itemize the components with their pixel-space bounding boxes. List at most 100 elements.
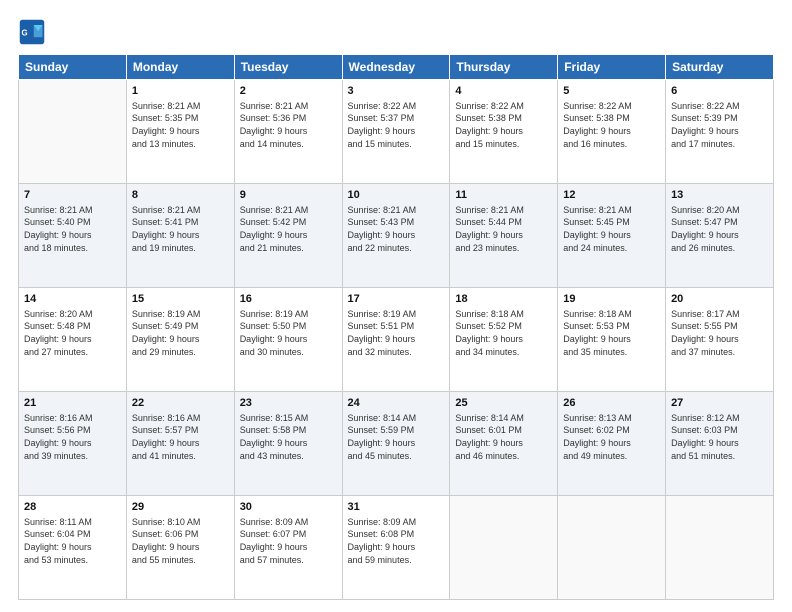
- day-number: 17: [348, 292, 445, 307]
- day-number: 12: [563, 188, 660, 203]
- svg-text:G: G: [22, 29, 28, 38]
- calendar-cell: 29Sunrise: 8:10 AM Sunset: 6:06 PM Dayli…: [126, 496, 234, 600]
- calendar-cell: 28Sunrise: 8:11 AM Sunset: 6:04 PM Dayli…: [19, 496, 127, 600]
- day-info: Sunrise: 8:14 AM Sunset: 6:01 PM Dayligh…: [455, 412, 552, 462]
- calendar-cell: 15Sunrise: 8:19 AM Sunset: 5:49 PM Dayli…: [126, 288, 234, 392]
- day-number: 7: [24, 188, 121, 203]
- day-number: 9: [240, 188, 337, 203]
- day-info: Sunrise: 8:18 AM Sunset: 5:52 PM Dayligh…: [455, 308, 552, 358]
- weekday-sunday: Sunday: [19, 55, 127, 80]
- calendar-cell: 3Sunrise: 8:22 AM Sunset: 5:37 PM Daylig…: [342, 80, 450, 184]
- calendar-cell: 5Sunrise: 8:22 AM Sunset: 5:38 PM Daylig…: [558, 80, 666, 184]
- day-number: 19: [563, 292, 660, 307]
- calendar-cell: [558, 496, 666, 600]
- day-info: Sunrise: 8:19 AM Sunset: 5:51 PM Dayligh…: [348, 308, 445, 358]
- day-number: 2: [240, 84, 337, 99]
- calendar-cell: 16Sunrise: 8:19 AM Sunset: 5:50 PM Dayli…: [234, 288, 342, 392]
- day-number: 24: [348, 396, 445, 411]
- calendar-cell: 31Sunrise: 8:09 AM Sunset: 6:08 PM Dayli…: [342, 496, 450, 600]
- day-number: 31: [348, 500, 445, 515]
- calendar-cell: 18Sunrise: 8:18 AM Sunset: 5:52 PM Dayli…: [450, 288, 558, 392]
- day-number: 23: [240, 396, 337, 411]
- day-info: Sunrise: 8:18 AM Sunset: 5:53 PM Dayligh…: [563, 308, 660, 358]
- calendar-cell: 19Sunrise: 8:18 AM Sunset: 5:53 PM Dayli…: [558, 288, 666, 392]
- day-info: Sunrise: 8:13 AM Sunset: 6:02 PM Dayligh…: [563, 412, 660, 462]
- day-info: Sunrise: 8:21 AM Sunset: 5:40 PM Dayligh…: [24, 204, 121, 254]
- calendar-cell: 9Sunrise: 8:21 AM Sunset: 5:42 PM Daylig…: [234, 184, 342, 288]
- calendar-cell: 23Sunrise: 8:15 AM Sunset: 5:58 PM Dayli…: [234, 392, 342, 496]
- calendar-cell: 30Sunrise: 8:09 AM Sunset: 6:07 PM Dayli…: [234, 496, 342, 600]
- day-info: Sunrise: 8:19 AM Sunset: 5:50 PM Dayligh…: [240, 308, 337, 358]
- day-number: 1: [132, 84, 229, 99]
- logo: G: [18, 18, 50, 46]
- calendar-cell: 7Sunrise: 8:21 AM Sunset: 5:40 PM Daylig…: [19, 184, 127, 288]
- day-info: Sunrise: 8:20 AM Sunset: 5:47 PM Dayligh…: [671, 204, 768, 254]
- day-info: Sunrise: 8:21 AM Sunset: 5:44 PM Dayligh…: [455, 204, 552, 254]
- weekday-friday: Friday: [558, 55, 666, 80]
- calendar-cell: 6Sunrise: 8:22 AM Sunset: 5:39 PM Daylig…: [666, 80, 774, 184]
- day-info: Sunrise: 8:21 AM Sunset: 5:45 PM Dayligh…: [563, 204, 660, 254]
- day-number: 20: [671, 292, 768, 307]
- day-number: 16: [240, 292, 337, 307]
- day-info: Sunrise: 8:09 AM Sunset: 6:07 PM Dayligh…: [240, 516, 337, 566]
- calendar-cell: 20Sunrise: 8:17 AM Sunset: 5:55 PM Dayli…: [666, 288, 774, 392]
- day-number: 25: [455, 396, 552, 411]
- day-number: 10: [348, 188, 445, 203]
- week-row-5: 28Sunrise: 8:11 AM Sunset: 6:04 PM Dayli…: [19, 496, 774, 600]
- weekday-saturday: Saturday: [666, 55, 774, 80]
- calendar-cell: 24Sunrise: 8:14 AM Sunset: 5:59 PM Dayli…: [342, 392, 450, 496]
- day-number: 13: [671, 188, 768, 203]
- day-info: Sunrise: 8:21 AM Sunset: 5:43 PM Dayligh…: [348, 204, 445, 254]
- calendar-cell: 13Sunrise: 8:20 AM Sunset: 5:47 PM Dayli…: [666, 184, 774, 288]
- day-number: 14: [24, 292, 121, 307]
- calendar-cell: 10Sunrise: 8:21 AM Sunset: 5:43 PM Dayli…: [342, 184, 450, 288]
- day-number: 21: [24, 396, 121, 411]
- day-number: 29: [132, 500, 229, 515]
- calendar-cell: 12Sunrise: 8:21 AM Sunset: 5:45 PM Dayli…: [558, 184, 666, 288]
- day-info: Sunrise: 8:17 AM Sunset: 5:55 PM Dayligh…: [671, 308, 768, 358]
- weekday-header-row: SundayMondayTuesdayWednesdayThursdayFrid…: [19, 55, 774, 80]
- day-number: 30: [240, 500, 337, 515]
- day-info: Sunrise: 8:12 AM Sunset: 6:03 PM Dayligh…: [671, 412, 768, 462]
- day-info: Sunrise: 8:22 AM Sunset: 5:37 PM Dayligh…: [348, 100, 445, 150]
- day-info: Sunrise: 8:11 AM Sunset: 6:04 PM Dayligh…: [24, 516, 121, 566]
- calendar-cell: 22Sunrise: 8:16 AM Sunset: 5:57 PM Dayli…: [126, 392, 234, 496]
- logo-icon: G: [18, 18, 46, 46]
- calendar-cell: 4Sunrise: 8:22 AM Sunset: 5:38 PM Daylig…: [450, 80, 558, 184]
- calendar-cell: 11Sunrise: 8:21 AM Sunset: 5:44 PM Dayli…: [450, 184, 558, 288]
- calendar-cell: 17Sunrise: 8:19 AM Sunset: 5:51 PM Dayli…: [342, 288, 450, 392]
- day-number: 3: [348, 84, 445, 99]
- day-number: 18: [455, 292, 552, 307]
- day-info: Sunrise: 8:09 AM Sunset: 6:08 PM Dayligh…: [348, 516, 445, 566]
- day-info: Sunrise: 8:21 AM Sunset: 5:35 PM Dayligh…: [132, 100, 229, 150]
- day-info: Sunrise: 8:21 AM Sunset: 5:36 PM Dayligh…: [240, 100, 337, 150]
- calendar-table: SundayMondayTuesdayWednesdayThursdayFrid…: [18, 54, 774, 600]
- day-info: Sunrise: 8:21 AM Sunset: 5:41 PM Dayligh…: [132, 204, 229, 254]
- weekday-wednesday: Wednesday: [342, 55, 450, 80]
- calendar-cell: 21Sunrise: 8:16 AM Sunset: 5:56 PM Dayli…: [19, 392, 127, 496]
- calendar-cell: [666, 496, 774, 600]
- week-row-4: 21Sunrise: 8:16 AM Sunset: 5:56 PM Dayli…: [19, 392, 774, 496]
- calendar-cell: 8Sunrise: 8:21 AM Sunset: 5:41 PM Daylig…: [126, 184, 234, 288]
- day-number: 11: [455, 188, 552, 203]
- weekday-thursday: Thursday: [450, 55, 558, 80]
- weekday-monday: Monday: [126, 55, 234, 80]
- day-info: Sunrise: 8:20 AM Sunset: 5:48 PM Dayligh…: [24, 308, 121, 358]
- day-number: 22: [132, 396, 229, 411]
- calendar-cell: 14Sunrise: 8:20 AM Sunset: 5:48 PM Dayli…: [19, 288, 127, 392]
- day-info: Sunrise: 8:15 AM Sunset: 5:58 PM Dayligh…: [240, 412, 337, 462]
- day-info: Sunrise: 8:21 AM Sunset: 5:42 PM Dayligh…: [240, 204, 337, 254]
- calendar-cell: 25Sunrise: 8:14 AM Sunset: 6:01 PM Dayli…: [450, 392, 558, 496]
- calendar-cell: [19, 80, 127, 184]
- calendar-cell: 2Sunrise: 8:21 AM Sunset: 5:36 PM Daylig…: [234, 80, 342, 184]
- day-info: Sunrise: 8:10 AM Sunset: 6:06 PM Dayligh…: [132, 516, 229, 566]
- calendar-cell: 26Sunrise: 8:13 AM Sunset: 6:02 PM Dayli…: [558, 392, 666, 496]
- week-row-1: 1Sunrise: 8:21 AM Sunset: 5:35 PM Daylig…: [19, 80, 774, 184]
- day-number: 26: [563, 396, 660, 411]
- day-number: 6: [671, 84, 768, 99]
- day-number: 4: [455, 84, 552, 99]
- day-info: Sunrise: 8:22 AM Sunset: 5:38 PM Dayligh…: [563, 100, 660, 150]
- day-number: 28: [24, 500, 121, 515]
- day-info: Sunrise: 8:19 AM Sunset: 5:49 PM Dayligh…: [132, 308, 229, 358]
- day-info: Sunrise: 8:22 AM Sunset: 5:39 PM Dayligh…: [671, 100, 768, 150]
